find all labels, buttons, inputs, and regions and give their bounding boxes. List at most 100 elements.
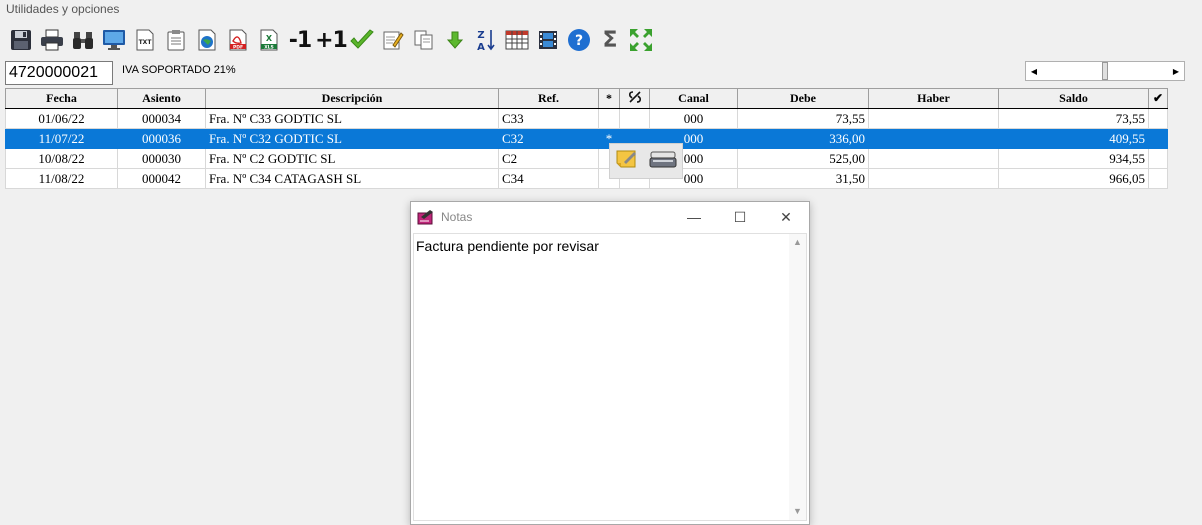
cell-haber[interactable] <box>868 148 999 169</box>
notes-scrollbar[interactable]: ▲ ▼ <box>789 234 806 520</box>
scroll-thumb[interactable] <box>1102 62 1108 80</box>
scroll-down-icon[interactable]: ▼ <box>789 503 806 520</box>
cell-haber[interactable] <box>868 168 999 189</box>
svg-text:?: ? <box>575 33 583 49</box>
cell-debe[interactable]: 525,00 <box>737 148 869 169</box>
web-button[interactable] <box>194 27 220 53</box>
maximize-icon[interactable]: ☐ <box>717 202 763 232</box>
scroll-up-icon[interactable]: ▲ <box>789 234 806 251</box>
cell-saldo[interactable]: 409,55 <box>998 128 1149 149</box>
help-button[interactable]: ? <box>566 27 592 53</box>
sigma-icon: Σ <box>602 27 618 53</box>
col-star[interactable]: * <box>598 88 620 109</box>
cell-saldo[interactable]: 966,05 <box>998 168 1149 189</box>
account-code-input[interactable] <box>5 61 113 85</box>
binoculars-icon <box>73 32 93 49</box>
confirm-button[interactable] <box>349 27 375 53</box>
export-xls-button[interactable]: X XLS <box>256 27 282 53</box>
film-icon <box>539 31 557 49</box>
cell-saldo[interactable]: 73,55 <box>998 108 1149 129</box>
export-pdf-button[interactable]: PDF <box>225 27 251 53</box>
scroll-left-icon[interactable]: ◀ <box>1026 62 1042 80</box>
note-button[interactable] <box>615 148 639 175</box>
cell-star[interactable] <box>598 108 620 129</box>
col-asiento[interactable]: Asiento <box>117 88 206 109</box>
clipboard-button[interactable] <box>163 27 189 53</box>
cell-fecha[interactable]: 01/06/22 <box>5 108 118 129</box>
cell-ref[interactable]: C2 <box>498 148 599 169</box>
table-row[interactable]: 10/08/22 000030 Fra. Nº C2 GODTIC SL C2 … <box>5 148 1168 169</box>
minimize-icon[interactable]: — <box>671 202 717 232</box>
cell-fecha[interactable]: 10/08/22 <box>5 148 118 169</box>
edit-button[interactable] <box>380 27 406 53</box>
print-button[interactable] <box>39 27 65 53</box>
menu-utilidades[interactable]: Utilidades y opciones <box>6 2 119 16</box>
menu-bar[interactable]: Utilidades y opciones <box>0 0 1202 20</box>
horizontal-scrollbar[interactable]: ◀ ▶ <box>1025 61 1185 81</box>
scanner-button[interactable] <box>649 148 677 175</box>
export-txt-button[interactable]: TXT <box>132 27 158 53</box>
cell-descripcion[interactable]: Fra. Nº C34 CATAGASH SL <box>205 168 499 189</box>
cell-asiento[interactable]: 000042 <box>117 168 206 189</box>
print-icon <box>41 29 63 51</box>
cell-saldo[interactable]: 934,55 <box>998 148 1149 169</box>
arrow-down-icon <box>446 31 464 49</box>
table-row[interactable]: 01/06/22 000034 Fra. Nº C33 GODTIC SL C3… <box>5 108 1168 129</box>
cell-check[interactable] <box>1148 168 1168 189</box>
minus-one-button[interactable]: -1 <box>287 27 313 53</box>
screen-button[interactable] <box>101 27 127 53</box>
notes-content[interactable]: Factura pendiente por revisar <box>416 238 599 254</box>
cell-canal[interactable]: 000 <box>649 108 738 129</box>
cell-debe[interactable]: 31,50 <box>737 168 869 189</box>
table-row-selected[interactable]: 11/07/22 000036 Fra. Nº C32 GODTIC SL C3… <box>5 128 1168 149</box>
cell-link[interactable] <box>619 108 650 129</box>
sort-button[interactable]: ZA <box>473 27 499 53</box>
cell-descripcion[interactable]: Fra. Nº C33 GODTIC SL <box>205 108 499 129</box>
search-button[interactable] <box>70 27 96 53</box>
scroll-track[interactable] <box>1042 62 1168 80</box>
cell-asiento[interactable]: 000030 <box>117 148 206 169</box>
save-button[interactable] <box>8 27 34 53</box>
film-button[interactable] <box>535 27 561 53</box>
table-button[interactable] <box>504 27 530 53</box>
col-link[interactable] <box>619 88 650 109</box>
cell-check[interactable] <box>1148 128 1168 149</box>
expand-button[interactable] <box>628 27 654 53</box>
cell-haber[interactable] <box>868 108 999 129</box>
col-debe[interactable]: Debe <box>737 88 869 109</box>
cell-descripcion[interactable]: Fra. Nº C2 GODTIC SL <box>205 148 499 169</box>
table-row[interactable]: 11/08/22 000042 Fra. Nº C34 CATAGASH SL … <box>5 168 1168 189</box>
xls-label: XLS <box>264 44 274 50</box>
cell-debe[interactable]: 73,55 <box>737 108 869 129</box>
scroll-right-icon[interactable]: ▶ <box>1168 62 1184 80</box>
cell-haber[interactable] <box>868 128 999 149</box>
cell-check[interactable] <box>1148 148 1168 169</box>
col-ref[interactable]: Ref. <box>498 88 599 109</box>
copy-button[interactable] <box>411 27 437 53</box>
cell-fecha[interactable]: 11/07/22 <box>5 128 118 149</box>
col-canal[interactable]: Canal <box>649 88 738 109</box>
sum-button[interactable]: Σ <box>597 27 623 53</box>
cell-descripcion[interactable]: Fra. Nº C32 GODTIC SL <box>205 128 499 149</box>
plus-one-button[interactable]: +1 <box>315 27 348 53</box>
notes-textarea[interactable]: Factura pendiente por revisar ▲ ▼ <box>413 233 807 521</box>
monitor-icon <box>103 30 125 50</box>
col-fecha[interactable]: Fecha <box>5 88 118 109</box>
copy-icon <box>414 30 433 50</box>
save-icon <box>11 30 31 50</box>
cell-fecha[interactable]: 11/08/22 <box>5 168 118 189</box>
col-descripcion[interactable]: Descripción <box>205 88 499 109</box>
cell-asiento[interactable]: 000034 <box>117 108 206 129</box>
cell-ref[interactable]: C33 <box>498 108 599 129</box>
col-saldo[interactable]: Saldo <box>998 88 1149 109</box>
cell-ref[interactable]: C34 <box>498 168 599 189</box>
cell-ref[interactable]: C32 <box>498 128 599 149</box>
sort-az-icon: ZA <box>477 30 495 52</box>
cell-asiento[interactable]: 000036 <box>117 128 206 149</box>
col-haber[interactable]: Haber <box>868 88 999 109</box>
move-down-button[interactable] <box>442 27 468 53</box>
cell-check[interactable] <box>1148 108 1168 129</box>
col-check[interactable]: ✔ <box>1148 88 1168 109</box>
close-icon[interactable]: ✕ <box>763 202 809 232</box>
cell-debe[interactable]: 336,00 <box>737 128 869 149</box>
